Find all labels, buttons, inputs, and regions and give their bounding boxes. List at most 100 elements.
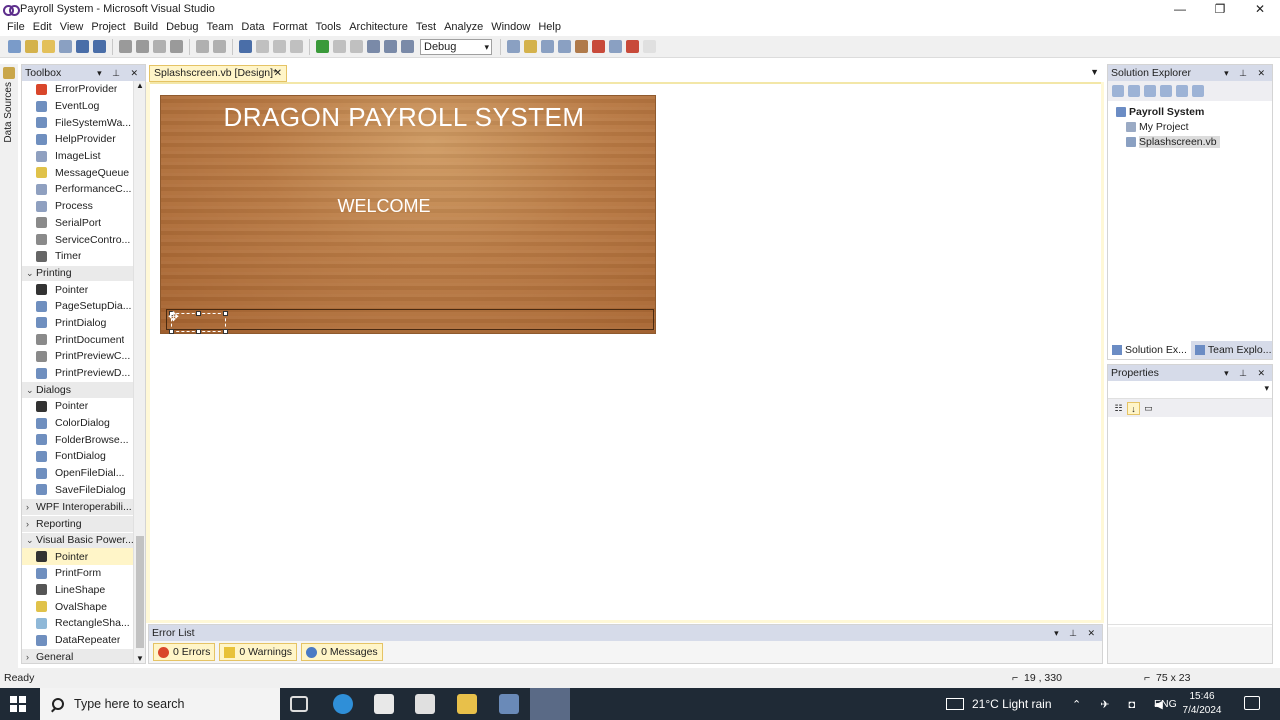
toolbox-item[interactable]: PrintDialog [22,315,145,332]
notifications-icon[interactable] [1244,696,1260,710]
toolbox-item[interactable]: ErrorProvider [22,81,145,98]
menu-help[interactable]: Help [534,21,565,33]
toolbox-item[interactable]: PrintDocument [22,331,145,348]
solution-configuration-dropdown[interactable]: Debug [420,38,492,55]
toolbar-options-icon[interactable] [643,40,656,53]
object-browser-icon[interactable] [558,40,571,53]
splash-welcome-label[interactable]: WELCOME [161,196,607,217]
messages-filter-button[interactable]: 0 Messages [301,643,383,661]
tree-item-splashscreen[interactable]: Splashscreen.vb [1116,134,1272,149]
property-pages-icon[interactable]: ▭ [1142,402,1155,415]
properties-window-icon[interactable] [541,40,554,53]
start-page-icon[interactable] [609,40,622,53]
solution-explorer-icon[interactable] [524,40,537,53]
minimize-button[interactable]: — [1160,0,1200,18]
panel-pin-close-icons[interactable]: ▾ ⊥ ✕ [1224,365,1269,381]
properties-icon[interactable] [1112,85,1124,97]
show-all-files-icon[interactable] [1128,85,1140,97]
stop-icon[interactable] [350,40,363,53]
toolbox-item[interactable]: PrintForm [22,565,145,582]
toolbox-item[interactable]: Pointer [22,548,145,565]
add-new-item-icon[interactable] [59,40,72,53]
cut-icon[interactable] [119,40,132,53]
system-clock[interactable]: 15:46 7/4/2024 [1180,690,1224,718]
file-explorer-icon[interactable] [457,694,477,714]
pause-icon[interactable] [333,40,346,53]
step-over-icon[interactable] [384,40,397,53]
toolbox-item[interactable]: FontDialog [22,448,145,465]
toolbox-item[interactable]: Pointer [22,281,145,298]
command-window-icon[interactable] [626,40,639,53]
toolbox-category[interactable]: › General [22,648,145,663]
toolbox-category[interactable]: › Reporting [22,514,145,532]
tab-solution-explorer[interactable]: Solution Ex... [1108,341,1191,359]
menu-file[interactable]: File [3,21,29,33]
find-icon[interactable] [170,40,183,53]
maximize-button[interactable]: ❐ [1200,0,1240,18]
navigate-forward-icon[interactable] [290,40,303,53]
resize-handle[interactable] [223,329,228,334]
tab-team-explorer[interactable]: Team Explo... [1191,341,1276,359]
toolbox-scrollbar[interactable]: ▲ ▼ [133,81,145,663]
toolbox-item[interactable]: OvalShape [22,598,145,615]
menu-edit[interactable]: Edit [29,21,56,33]
toolbox-item[interactable]: FileSystemWa... [22,114,145,131]
toolbox-item[interactable]: PerformanceC... [22,181,145,198]
resize-handle[interactable] [223,311,228,316]
tree-item-my-project[interactable]: My Project [1116,119,1272,134]
toolbox-icon[interactable] [575,40,588,53]
navigate-back-icon[interactable] [273,40,286,53]
warnings-filter-button[interactable]: 0 Warnings [219,643,298,661]
redo-icon[interactable] [256,40,269,53]
menu-architecture[interactable]: Architecture [345,21,412,33]
toolbox-category[interactable]: › WPF Interoperabili... [22,498,145,515]
toolbox-item[interactable]: ServiceContro... [22,231,145,248]
extension-manager-icon[interactable] [592,40,605,53]
visual-studio-taskbar-icon[interactable] [530,688,570,720]
menu-view[interactable]: View [56,21,88,33]
panel-pin-close-icons[interactable]: ▾ ⊥ ✕ [97,65,142,81]
toolbox-category[interactable]: ⌄ Printing [22,264,145,282]
undo-icon[interactable] [239,40,252,53]
tab-dropdown-icon[interactable]: ▼ [1090,67,1099,77]
toolbox-item[interactable]: FolderBrowse... [22,431,145,448]
view-code-icon[interactable] [1160,85,1172,97]
toolbox-item[interactable]: HelpProvider [22,131,145,148]
find-in-files-icon[interactable] [507,40,520,53]
errors-filter-button[interactable]: 0 Errors [153,643,216,661]
copy-icon[interactable] [136,40,149,53]
menu-project[interactable]: Project [87,21,129,33]
add-item-icon[interactable] [25,40,38,53]
toolbox-item[interactable]: LineShape [22,582,145,599]
edge-browser-icon[interactable] [333,694,353,714]
toolbox-item[interactable]: SerialPort [22,215,145,232]
menu-data[interactable]: Data [237,21,268,33]
resize-handle[interactable] [196,329,201,334]
property-grid[interactable] [1108,417,1272,625]
toolbox-item[interactable]: Timer [22,248,145,265]
toolbox-item[interactable]: RectangleSha... [22,615,145,632]
toolbox-item[interactable]: ImageList [22,148,145,165]
save-all-icon[interactable] [93,40,106,53]
progress-bar-control[interactable] [166,309,654,330]
scroll-down-icon[interactable]: ▼ [134,654,145,663]
scroll-up-icon[interactable]: ▲ [134,81,145,90]
toolbox-item[interactable]: PageSetupDia... [22,298,145,315]
menu-debug[interactable]: Debug [162,21,202,33]
close-tab-icon[interactable]: ✕ [274,66,282,81]
categorized-icon[interactable]: ☷ [1112,402,1125,415]
toolbox-item[interactable]: Pointer [22,398,145,415]
scroll-thumb[interactable] [136,536,144,648]
menu-build[interactable]: Build [130,21,162,33]
save-icon[interactable] [76,40,89,53]
view-designer-icon[interactable] [1176,85,1188,97]
splash-form[interactable]: DRAGON PAYROLL SYSTEM WELCOME ✥ [160,95,656,334]
step-into-icon[interactable] [367,40,380,53]
paste-icon[interactable] [153,40,166,53]
taskbar-search-box[interactable]: Type here to search [40,688,280,720]
menu-tools[interactable]: Tools [312,21,346,33]
panel-pin-close-icons[interactable]: ▾ ⊥ ✕ [1224,65,1269,81]
open-file-icon[interactable] [42,40,55,53]
toolbox-item[interactable]: OpenFileDial... [22,465,145,482]
toolbox-item[interactable]: ColorDialog [22,415,145,432]
